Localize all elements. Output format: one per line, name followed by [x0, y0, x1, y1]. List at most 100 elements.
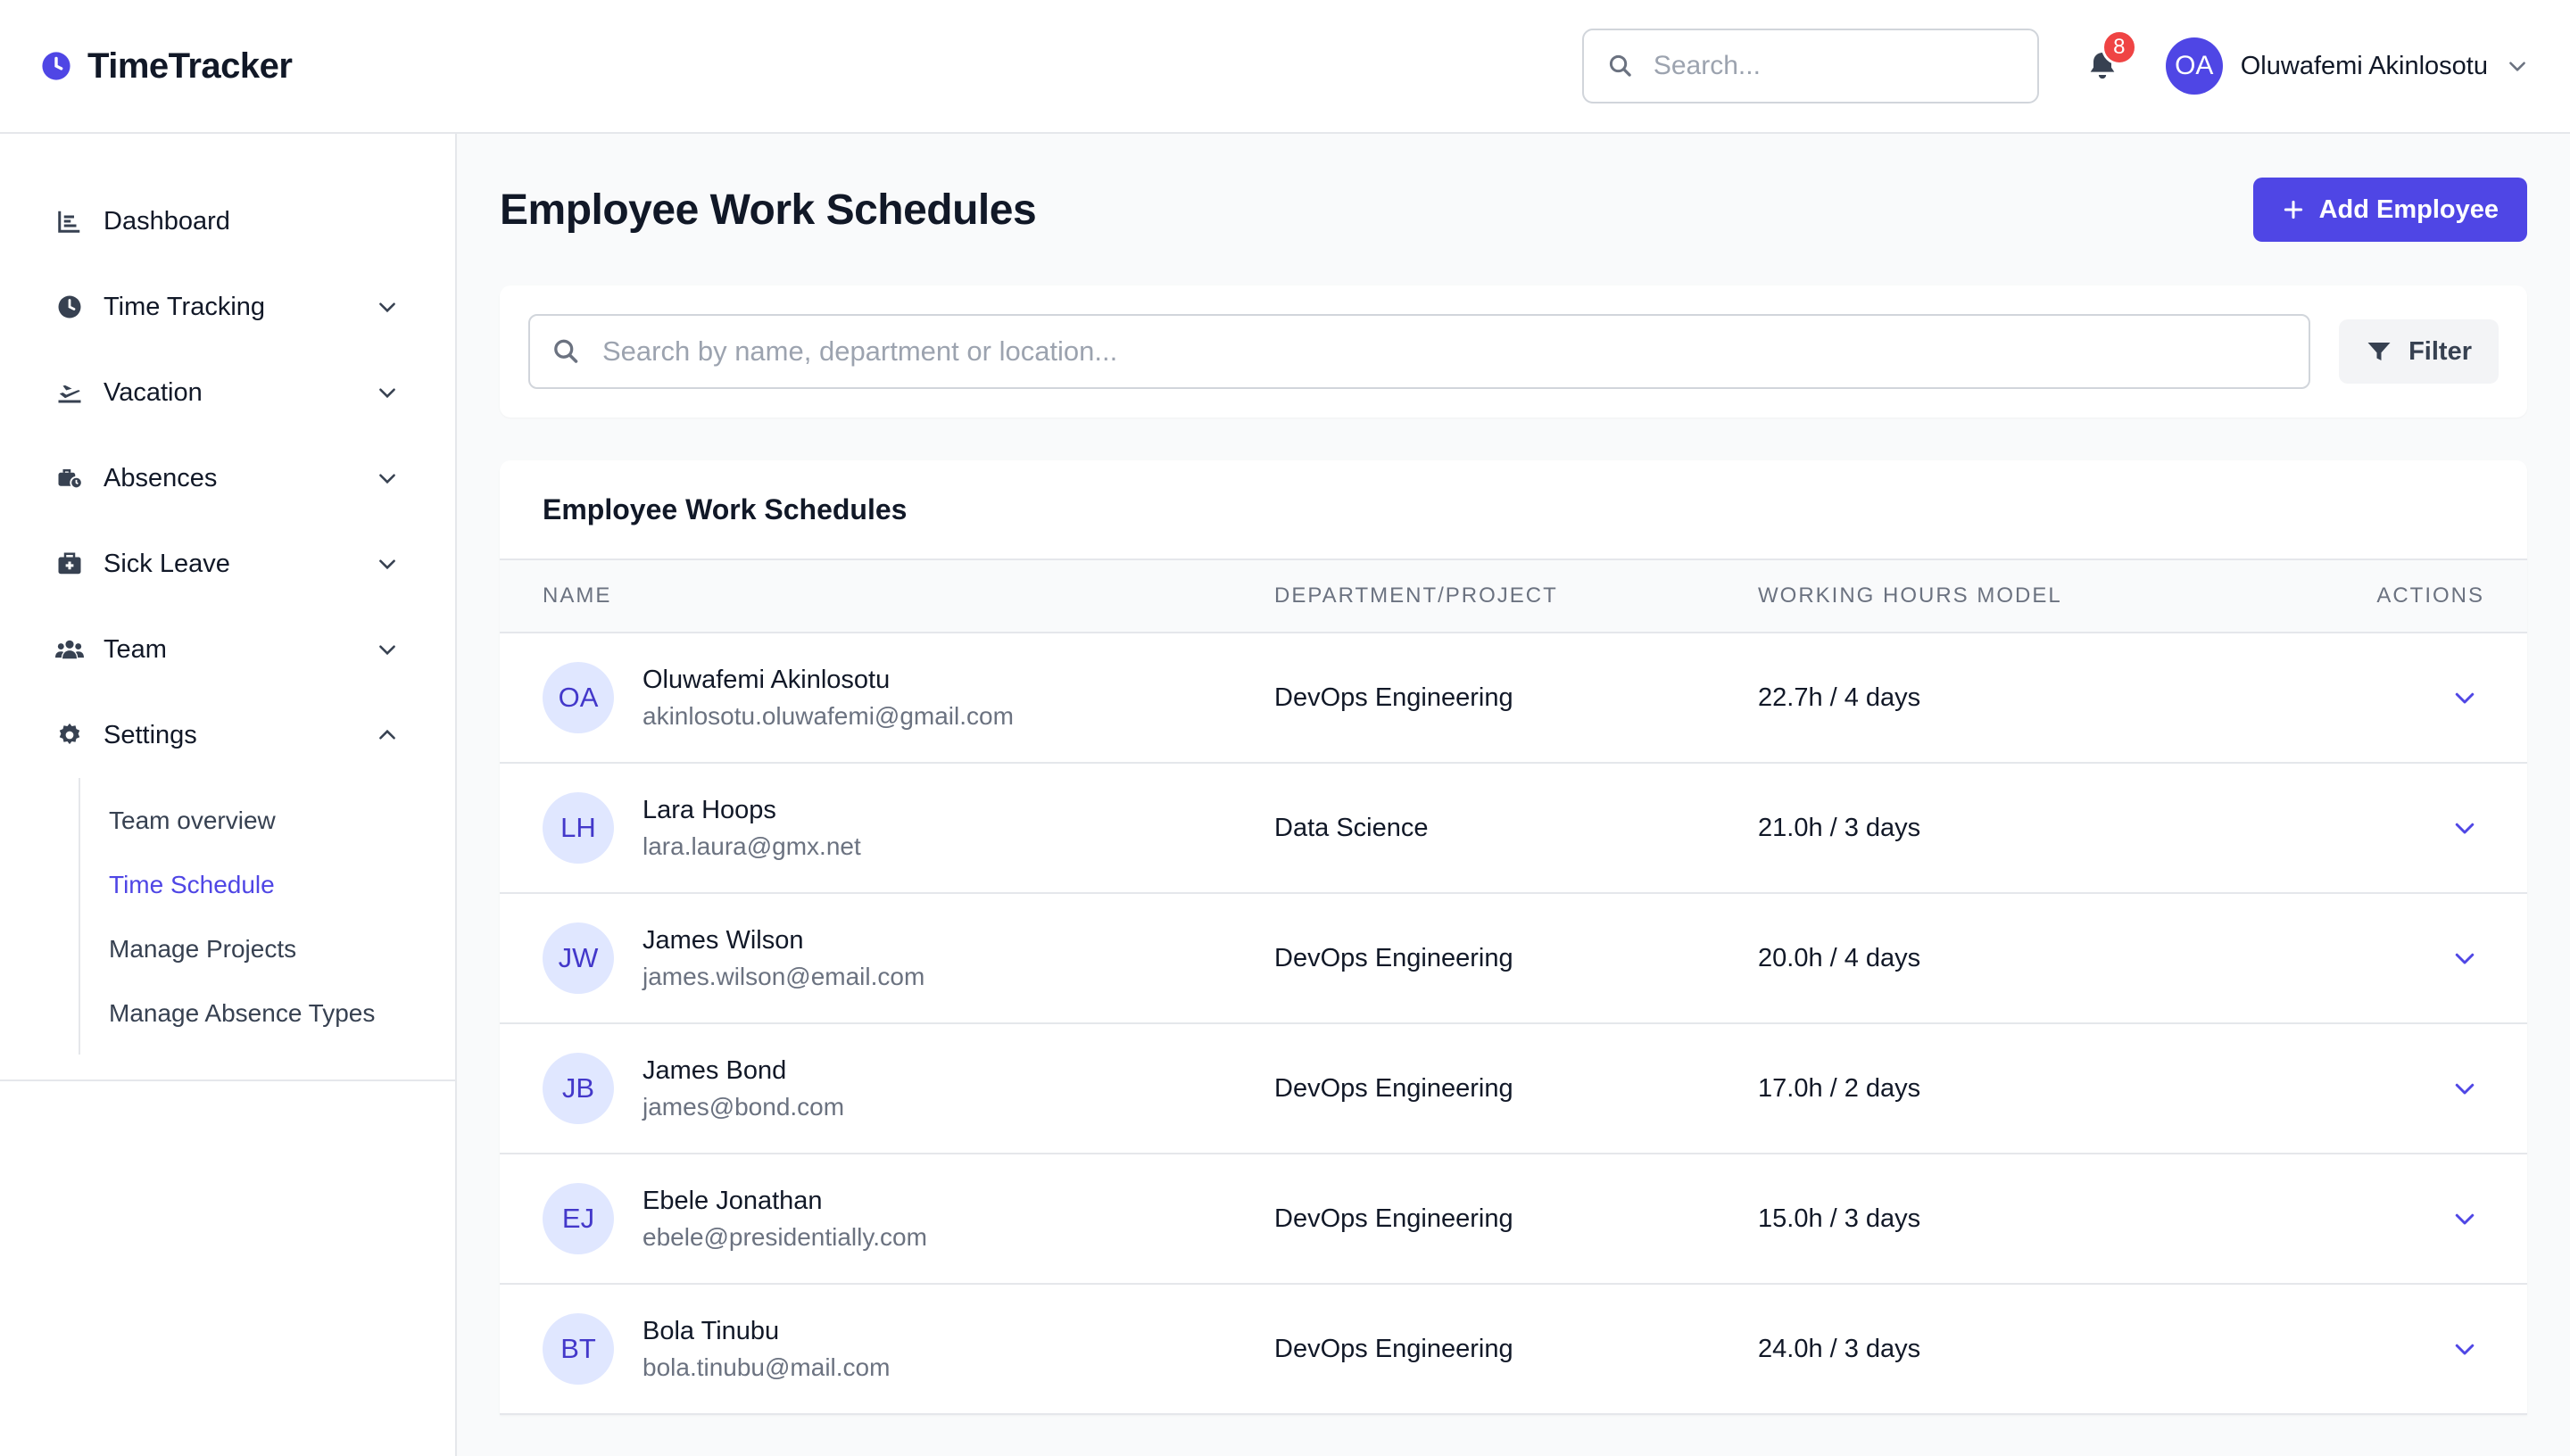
page-header: Employee Work Schedules Add Employee: [500, 134, 2527, 285]
column-header-department: DEPARTMENT/PROJECT: [1274, 583, 1558, 608]
table-row[interactable]: OA Oluwafemi Akinlosotu akinlosotu.oluwa…: [500, 633, 2527, 764]
schedules-table: Employee Work Schedules NAME DEPARTMENT/…: [500, 460, 2527, 1415]
table-row[interactable]: LH Lara Hoops lara.laura@gmx.net Data Sc…: [500, 764, 2527, 894]
table-row[interactable]: JW James Wilson james.wilson@email.com D…: [500, 894, 2527, 1024]
sidebar-subitem-time-schedule[interactable]: Time Schedule: [80, 853, 455, 917]
expand-row-button[interactable]: [2445, 1199, 2484, 1238]
avatar: OA: [543, 662, 614, 733]
sidebar-subitem-manage-absence-types[interactable]: Manage Absence Types: [80, 981, 455, 1046]
page-title: Employee Work Schedules: [500, 186, 1037, 234]
top-header: TimeTracker 8 OA Oluwafemi Akinlosotu: [0, 0, 2570, 134]
employee-cell: BT Bola Tinubu bola.tinubu@mail.com: [500, 1313, 1274, 1385]
search-icon: [1609, 54, 1631, 77]
add-employee-label: Add Employee: [2318, 194, 2499, 224]
sidebar: Dashboard Time Tracking Vacation Absence…: [0, 134, 457, 1456]
plus-icon: [2284, 200, 2302, 219]
user-menu[interactable]: OA Oluwafemi Akinlosotu: [2165, 37, 2529, 95]
department-cell: DevOps Engineering: [1274, 1073, 1513, 1103]
employee-email: james@bond.com: [642, 1092, 845, 1121]
sidebar-item-label: Dashboard: [104, 206, 230, 236]
sidebar-subitem-manage-projects[interactable]: Manage Projects: [80, 917, 455, 981]
employee-email: lara.laura@gmx.net: [642, 831, 861, 860]
employee-email: bola.tinubu@mail.com: [642, 1353, 891, 1381]
column-header-name: NAME: [543, 583, 612, 608]
employee-cell: EJ Ebele Jonathan ebele@presidentially.c…: [500, 1183, 1274, 1254]
working-hours-cell: 21.0h / 3 days: [1758, 813, 1921, 842]
chevron-down-icon: [375, 551, 400, 576]
sidebar-item-absences[interactable]: Absences: [0, 435, 455, 521]
user-name: Oluwafemi Akinlosotu: [2240, 51, 2488, 80]
chart-bar-icon: [55, 207, 84, 236]
global-search[interactable]: [1581, 29, 2039, 103]
employee-name: Ebele Jonathan: [642, 1186, 823, 1215]
avatar: EJ: [543, 1183, 614, 1254]
main-content: Employee Work Schedules Add Employee Fil…: [500, 134, 2527, 1415]
avatar: JW: [543, 922, 614, 994]
sidebar-item-team[interactable]: Team: [0, 607, 455, 692]
expand-row-button[interactable]: [2445, 808, 2484, 848]
expand-row-button[interactable]: [2445, 678, 2484, 717]
actions-cell: [2293, 1069, 2527, 1108]
filter-label: Filter: [2408, 336, 2472, 366]
actions-cell: [2293, 939, 2527, 978]
actions-cell: [2293, 808, 2527, 848]
avatar: OA: [2165, 37, 2223, 95]
sidebar-item-time-tracking[interactable]: Time Tracking: [0, 264, 455, 350]
employee-name: Bola Tinubu: [642, 1316, 780, 1345]
sidebar-item-label: Settings: [104, 720, 197, 749]
employee-cell: JB James Bond james@bond.com: [500, 1053, 1274, 1124]
chevron-down-icon: [375, 294, 400, 319]
sidebar-item-label: Sick Leave: [104, 549, 230, 578]
avatar: JB: [543, 1053, 614, 1124]
sidebar-item-label: Team: [104, 634, 167, 664]
brand[interactable]: TimeTracker: [41, 46, 293, 87]
chevron-down-icon: [2455, 1344, 2475, 1355]
sidebar-item-sick-leave[interactable]: Sick Leave: [0, 521, 455, 607]
chevron-down-icon: [2455, 692, 2475, 704]
chevron-down-icon: [375, 466, 400, 491]
sidebar-item-dashboard[interactable]: Dashboard: [0, 178, 455, 264]
department-cell: DevOps Engineering: [1274, 1204, 1513, 1233]
expand-row-button[interactable]: [2445, 1069, 2484, 1108]
filter-bar: Filter: [500, 285, 2527, 418]
employee-search-input[interactable]: [602, 335, 2288, 368]
employee-info: Oluwafemi Akinlosotu akinlosotu.oluwafem…: [642, 666, 1014, 731]
global-search-input[interactable]: [1653, 51, 2014, 81]
notifications-button[interactable]: 8: [2080, 29, 2137, 88]
sidebar-item-settings[interactable]: Settings: [0, 692, 455, 778]
employee-info: James Bond james@bond.com: [642, 1056, 844, 1121]
briefcase-clock-icon: [55, 464, 84, 492]
funnel-icon: [2367, 343, 2391, 360]
chevron-down-icon: [375, 637, 400, 662]
chevron-down-icon: [2455, 1083, 2475, 1095]
column-header-actions: ACTIONS: [2376, 583, 2484, 608]
working-hours-cell: 20.0h / 4 days: [1758, 943, 1921, 972]
employee-name: Oluwafemi Akinlosotu: [642, 665, 891, 694]
filter-button[interactable]: Filter: [2339, 319, 2499, 384]
sidebar-subitem-team-overview[interactable]: Team overview: [80, 789, 455, 853]
employee-cell: JW James Wilson james.wilson@email.com: [500, 922, 1274, 994]
working-hours-cell: 15.0h / 3 days: [1758, 1204, 1921, 1233]
table-header: NAME DEPARTMENT/PROJECT WORKING HOURS MO…: [500, 560, 2527, 633]
sidebar-item-vacation[interactable]: Vacation: [0, 350, 455, 435]
notification-count-badge: 8: [2101, 29, 2137, 65]
chevron-down-icon: [2509, 62, 2525, 71]
table-body: OA Oluwafemi Akinlosotu akinlosotu.oluwa…: [500, 633, 2527, 1415]
chevron-down-icon: [2455, 953, 2475, 964]
expand-row-button[interactable]: [2445, 1329, 2484, 1369]
column-header-hours: WORKING HOURS MODEL: [1758, 583, 2062, 608]
employee-name: Lara Hoops: [642, 795, 776, 824]
users-icon: [55, 635, 84, 664]
table-row[interactable]: EJ Ebele Jonathan ebele@presidentially.c…: [500, 1154, 2527, 1285]
employee-info: Bola Tinubu bola.tinubu@mail.com: [642, 1317, 890, 1382]
chevron-up-icon: [375, 723, 400, 748]
gear-icon: [55, 721, 84, 749]
employee-search[interactable]: [528, 314, 2311, 389]
table-row[interactable]: JB James Bond james@bond.com DevOps Engi…: [500, 1024, 2527, 1154]
table-title: Employee Work Schedules: [500, 460, 2527, 560]
expand-row-button[interactable]: [2445, 939, 2484, 978]
chevron-down-icon: [2455, 1213, 2475, 1225]
employee-email: ebele@presidentially.com: [642, 1222, 927, 1251]
add-employee-button[interactable]: Add Employee: [2252, 178, 2527, 242]
table-row[interactable]: BT Bola Tinubu bola.tinubu@mail.com DevO…: [500, 1285, 2527, 1415]
